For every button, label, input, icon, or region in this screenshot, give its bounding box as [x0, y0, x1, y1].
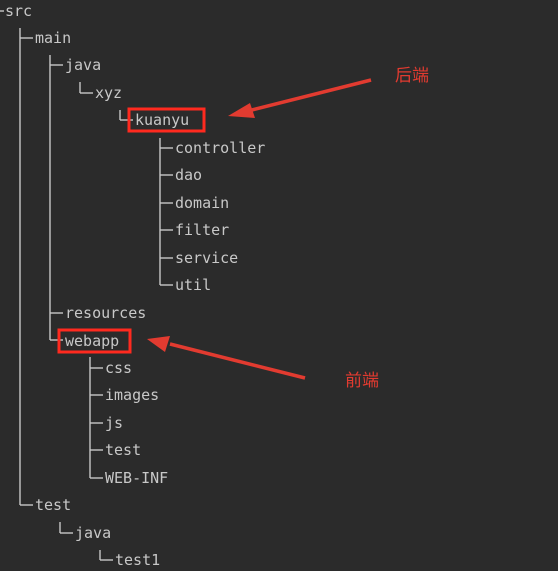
backend-arrowhead — [228, 103, 255, 118]
tree-node-domain[interactable]: domain — [175, 192, 229, 214]
tree-node-dao[interactable]: dao — [175, 164, 202, 186]
tree-node-kuanyu[interactable]: kuanyu — [135, 109, 189, 131]
tree-node-src[interactable]: src — [5, 0, 32, 22]
tree-node-main[interactable]: main — [35, 27, 71, 49]
tree-node-web-inf[interactable]: WEB-INF — [105, 467, 168, 489]
tree-node-images[interactable]: images — [105, 384, 159, 406]
tree-node-resources[interactable]: resources — [65, 302, 146, 324]
tree-node-util[interactable]: util — [175, 274, 211, 296]
tree-node-controller[interactable]: controller — [175, 137, 265, 159]
tree-node-test1[interactable]: test1 — [115, 549, 160, 571]
tree-node-java[interactable]: java — [65, 54, 101, 76]
tree-node-service[interactable]: service — [175, 247, 238, 269]
tree-node-test-web[interactable]: test — [105, 439, 141, 461]
tree-node-js[interactable]: js — [105, 412, 123, 434]
tree-node-xyz[interactable]: xyz — [95, 82, 122, 104]
tree-connector-lines — [0, 10, 372, 561]
frontend-callout-label: 前端 — [345, 371, 379, 391]
backend-arrow — [247, 78, 372, 113]
tree-node-css[interactable]: css — [105, 357, 132, 379]
backend-callout-label: 后端 — [395, 66, 429, 86]
tree-node-webapp[interactable]: webapp — [65, 330, 119, 352]
frontend-arrow — [169, 342, 306, 380]
tree-node-test[interactable]: test — [35, 494, 71, 516]
tree-view: src main java xyz kuanyu controller dao … — [0, 0, 558, 570]
frontend-arrowhead — [147, 336, 170, 352]
tree-node-filter[interactable]: filter — [175, 219, 229, 241]
tree-node-test-java[interactable]: java — [75, 522, 111, 544]
